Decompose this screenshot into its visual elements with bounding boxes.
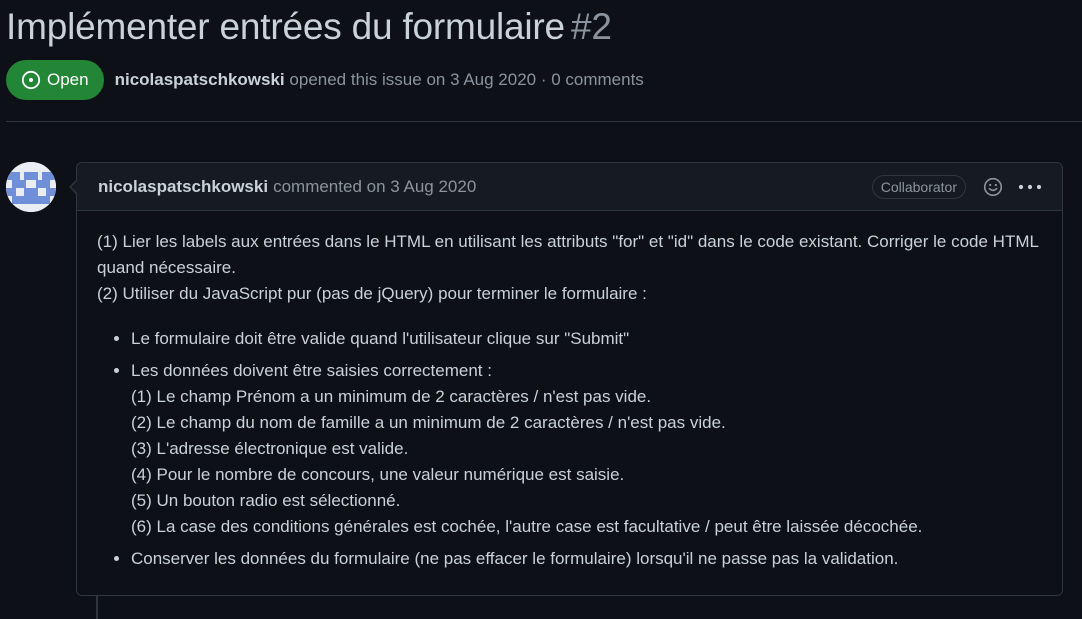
issue-state-label: Open: [47, 70, 89, 89]
kebab-icon[interactable]: [1018, 176, 1042, 198]
list-item-heading: Les données doivent être saisies correct…: [131, 361, 492, 380]
validation-rule: (4) Pour le nombre de concours, une vale…: [131, 465, 625, 484]
issue-meta-text: nicolaspatschkowski opened this issue on…: [115, 70, 644, 90]
issue-meta: Open nicolaspatschkowski opened this iss…: [6, 60, 644, 100]
comment-actions: Collaborator: [871, 174, 1062, 199]
issue-state-badge: Open: [6, 60, 104, 100]
comment-body: (1) Lier les labels aux entrées dans le …: [77, 211, 1062, 572]
validation-rule: (2) Le champ du nom de famille a un mini…: [131, 413, 726, 432]
comment-box: nicolaspatschkowski commented on 3 Aug 2…: [69, 162, 1063, 596]
issue-page: Implémenter entrées du formulaire #2 Open…: [0, 0, 1082, 619]
comment-header: nicolaspatschkowski commented on 3 Aug 2…: [77, 163, 1062, 211]
comment-author-link[interactable]: nicolaspatschkowski: [98, 177, 268, 197]
issue-author-link[interactable]: nicolaspatschkowski: [115, 70, 285, 89]
issue-meta-description: opened this issue on 3 Aug 2020 · 0 comm…: [289, 70, 644, 89]
smiley-icon[interactable]: [982, 176, 1004, 198]
validation-rule: (6) La case des conditions générales est…: [131, 517, 923, 536]
avatar[interactable]: [6, 162, 56, 212]
requirements-list: Le formulaire doit être valide quand l'u…: [97, 326, 1042, 572]
issue-title: Implémenter entrées du formulaire: [6, 6, 565, 47]
list-item: Conserver les données du formulaire (ne …: [131, 546, 1042, 572]
validation-rule: (1) Le champ Prénom a un minimum de 2 ca…: [131, 387, 652, 406]
validation-rule: (3) L'adresse électronique est valide.: [131, 439, 409, 458]
collaborator-badge: Collaborator: [871, 174, 966, 199]
list-item: Les données doivent être saisies correct…: [131, 358, 1042, 540]
validation-rule: (5) Un bouton radio est sélectionné.: [131, 491, 401, 510]
timeline-connector: [96, 596, 98, 619]
issue-title-row: Implémenter entrées du formulaire #2: [6, 6, 612, 48]
list-item: Le formulaire doit être valide quand l'u…: [131, 326, 1042, 352]
issue-opened-icon: [21, 70, 41, 90]
comment-timestamp[interactable]: commented on 3 Aug 2020: [273, 177, 476, 197]
issue-number: #2: [570, 6, 612, 47]
comment-paragraph-2: (2) Utiliser du JavaScript pur (pas de j…: [97, 284, 647, 303]
comment-paragraph-1: (1) Lier les labels aux entrées dans le …: [97, 232, 1039, 277]
header-divider: [6, 121, 1082, 122]
